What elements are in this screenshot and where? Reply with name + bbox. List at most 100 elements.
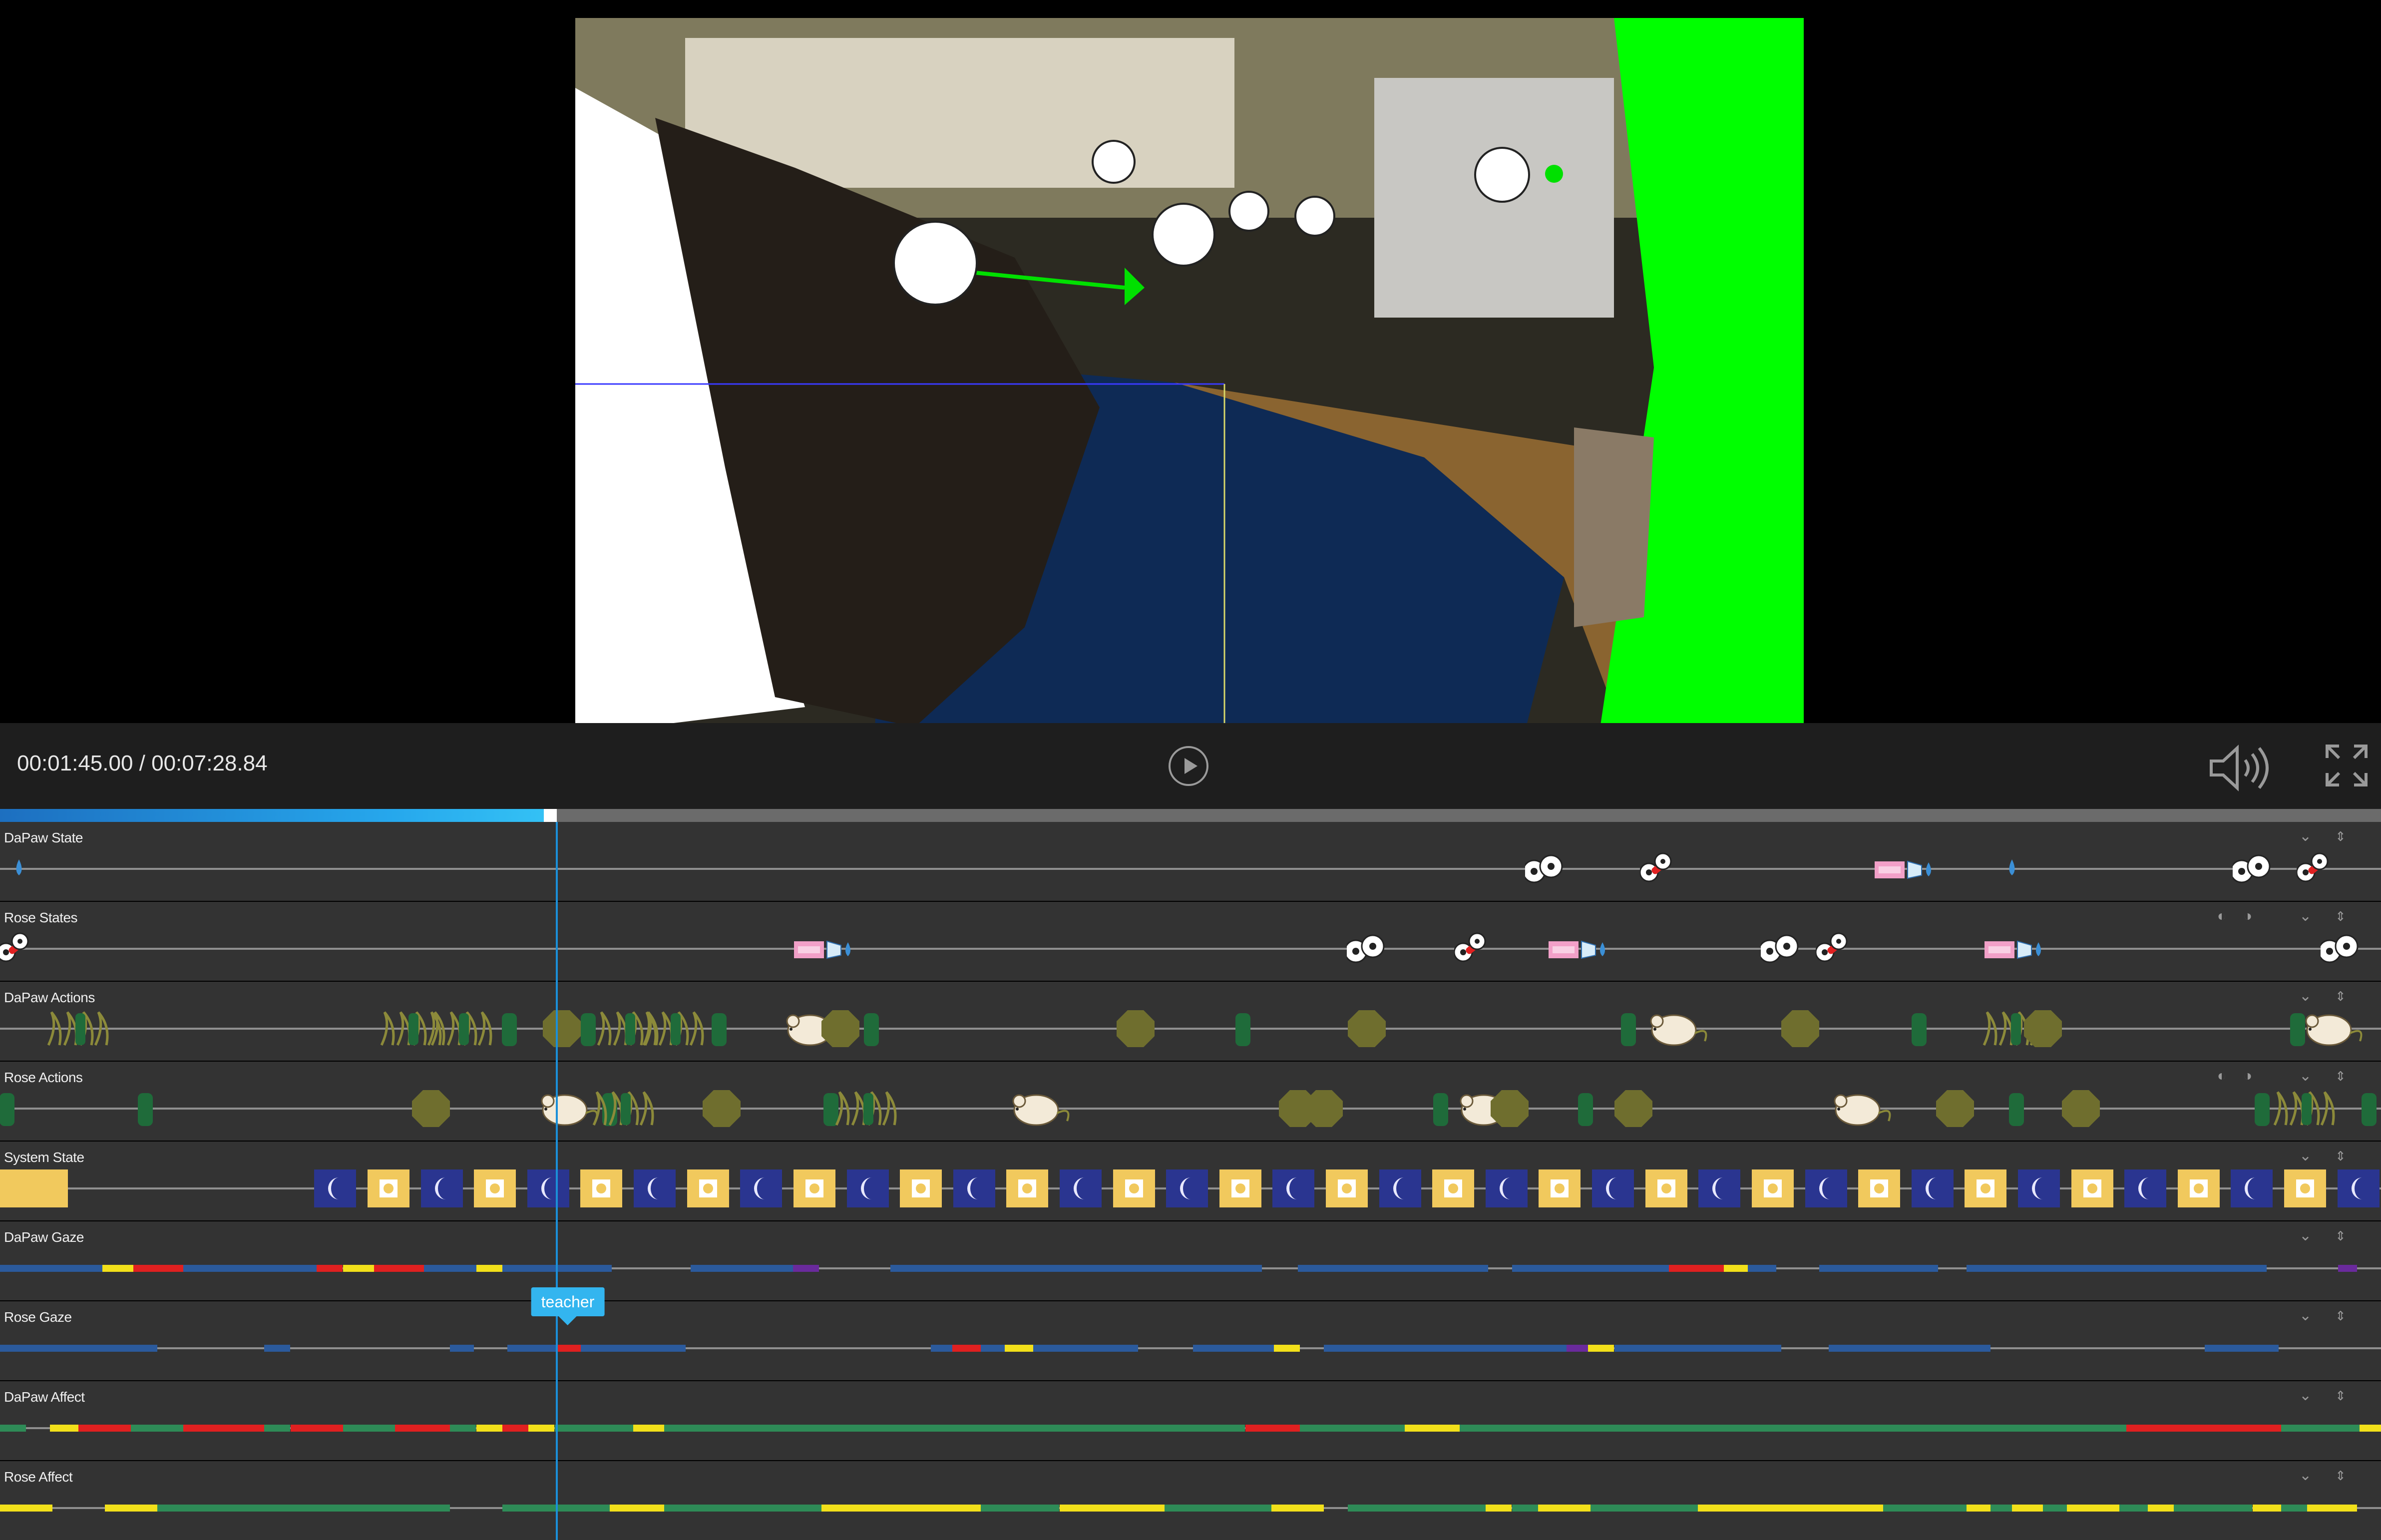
affect-green-segment[interactable] [1512,1505,1538,1512]
gaze-blue-segment[interactable] [0,1345,157,1352]
affect-green-segment[interactable] [2174,1505,2252,1512]
bar-icon[interactable] [1234,1006,1251,1054]
affect-yellow-segment[interactable] [105,1505,157,1512]
affect-red-segment[interactable] [78,1425,131,1432]
gaze-red-segment[interactable] [952,1345,981,1352]
eyes-icon[interactable] [2230,846,2273,894]
affect-green-segment[interactable] [1348,1505,1486,1512]
chevron-down-icon[interactable]: ⌄ [2299,829,2312,844]
walk-icon[interactable] [43,1006,123,1054]
oct-icon[interactable] [1612,1086,1654,1134]
playhead-line[interactable] [556,822,558,1540]
pill-icon[interactable] [0,926,32,974]
oct-icon[interactable] [2060,1086,2102,1134]
gaze-blue-segment[interactable] [581,1345,686,1352]
gaze-red-segment[interactable] [317,1265,343,1272]
bar-icon[interactable] [0,1086,15,1134]
affect-green-segment[interactable] [1590,1505,1698,1512]
mouse-icon[interactable] [1830,1086,1895,1134]
reorder-icon[interactable]: ⇕ [2335,1149,2346,1163]
moon-icon[interactable] [1698,1169,1740,1207]
sun-icon[interactable] [1113,1169,1155,1207]
chevron-down-icon[interactable]: ⌄ [2299,1069,2312,1084]
sun-icon[interactable] [1645,1169,1687,1207]
bar-icon[interactable] [137,1086,154,1134]
sun-icon[interactable] [1432,1169,1474,1207]
affect-yellow-segment[interactable] [2012,1505,2043,1512]
chevron-down-icon[interactable]: ⌄ [2299,1149,2312,1163]
reorder-icon[interactable]: ⇕ [2335,1308,2346,1323]
walk-icon[interactable] [639,1006,719,1054]
affect-yellow-segment[interactable] [1486,1505,1512,1512]
moon-icon[interactable] [314,1169,356,1207]
affect-red-segment[interactable] [395,1425,450,1432]
pill-icon[interactable] [2296,846,2332,894]
mouse-icon[interactable] [2301,1006,2366,1054]
oct-icon[interactable] [819,1006,861,1054]
bar-icon[interactable] [1620,1006,1637,1054]
reorder-icon[interactable]: ⇕ [2335,829,2346,844]
zoom-icon[interactable]: ◐ [2217,909,2226,924]
affect-green-segment[interactable] [264,1425,290,1432]
chevron-down-icon[interactable]: ⌄ [2299,1468,2312,1483]
sun-icon[interactable] [1006,1169,1048,1207]
affect-green-segment[interactable] [1990,1505,2012,1512]
gaze-yellow-segment[interactable] [476,1265,502,1272]
sun-icon[interactable] [900,1169,942,1207]
sun-icon[interactable] [1219,1169,1261,1207]
sun-icon[interactable] [794,1169,835,1207]
zoom-icon[interactable]: ◐ [2217,1069,2226,1084]
sun-icon[interactable] [1858,1169,1900,1207]
gaze-blue-segment[interactable] [1193,1345,1274,1352]
sun-icon[interactable] [2178,1169,2220,1207]
chevron-down-icon[interactable]: ⌄ [2299,1388,2312,1403]
affect-green-segment[interactable] [2281,1425,2360,1432]
affect-yellow-segment[interactable] [2253,1505,2281,1512]
affect-yellow-segment[interactable] [1698,1505,1884,1512]
gaze-blue-segment[interactable] [890,1265,1262,1272]
affect-red-segment[interactable] [1245,1425,1300,1432]
bar-icon[interactable] [1911,1006,1928,1054]
eyes-icon[interactable] [1344,926,1387,974]
gaze-blue-segment[interactable] [1614,1345,1781,1352]
gaze-blue-segment[interactable] [450,1345,474,1352]
affect-yellow-segment[interactable] [528,1425,554,1432]
gaze-red-segment[interactable] [557,1345,581,1352]
affect-green-segment[interactable] [555,1425,633,1432]
affect-yellow-segment[interactable] [2067,1505,2119,1512]
bar-icon[interactable] [2008,1086,2025,1134]
moon-icon[interactable] [527,1169,569,1207]
sun-icon[interactable] [580,1169,622,1207]
label-drop-icon[interactable] [794,926,854,974]
reorder-icon[interactable]: ⇕ [2335,989,2346,1004]
reorder-icon[interactable]: ⇕ [2335,1388,2346,1403]
gaze-blue-segment[interactable] [507,1345,557,1352]
affect-green-segment[interactable] [1300,1425,1405,1432]
reorder-icon[interactable]: ⇕ [2335,1468,2346,1483]
affect-green-segment[interactable] [2281,1505,2307,1512]
video-frame[interactable] [575,18,1804,735]
reorder-icon[interactable]: ⇕ [2335,1228,2346,1243]
bar-icon[interactable] [501,1006,518,1054]
moon-icon[interactable] [1912,1169,1954,1207]
gaze-blue-segment[interactable] [981,1345,1005,1352]
oct-icon[interactable] [1115,1006,1157,1054]
sun-icon[interactable] [368,1169,409,1207]
gaze-blue-segment[interactable] [0,1265,102,1272]
sun-icon[interactable] [1326,1169,1368,1207]
bar-icon[interactable] [863,1006,880,1054]
walk-icon[interactable] [427,1006,507,1054]
chevron-down-icon[interactable]: ⌄ [2299,1228,2312,1243]
affect-green-segment[interactable] [2043,1505,2067,1512]
affect-yellow-segment[interactable] [476,1425,502,1432]
mouse-icon[interactable] [1008,1086,1073,1134]
affect-green-segment[interactable] [1165,1505,1272,1512]
chevron-down-icon[interactable]: ⌄ [2299,989,2312,1004]
zoom-icon[interactable]: ◑ [2243,909,2252,924]
drop-icon[interactable] [11,846,26,894]
moon-icon[interactable] [2124,1169,2166,1207]
affect-green-segment[interactable] [664,1425,1245,1432]
moon-icon[interactable] [847,1169,889,1207]
moon-icon[interactable] [421,1169,463,1207]
label-drop-icon[interactable] [1875,846,1935,894]
